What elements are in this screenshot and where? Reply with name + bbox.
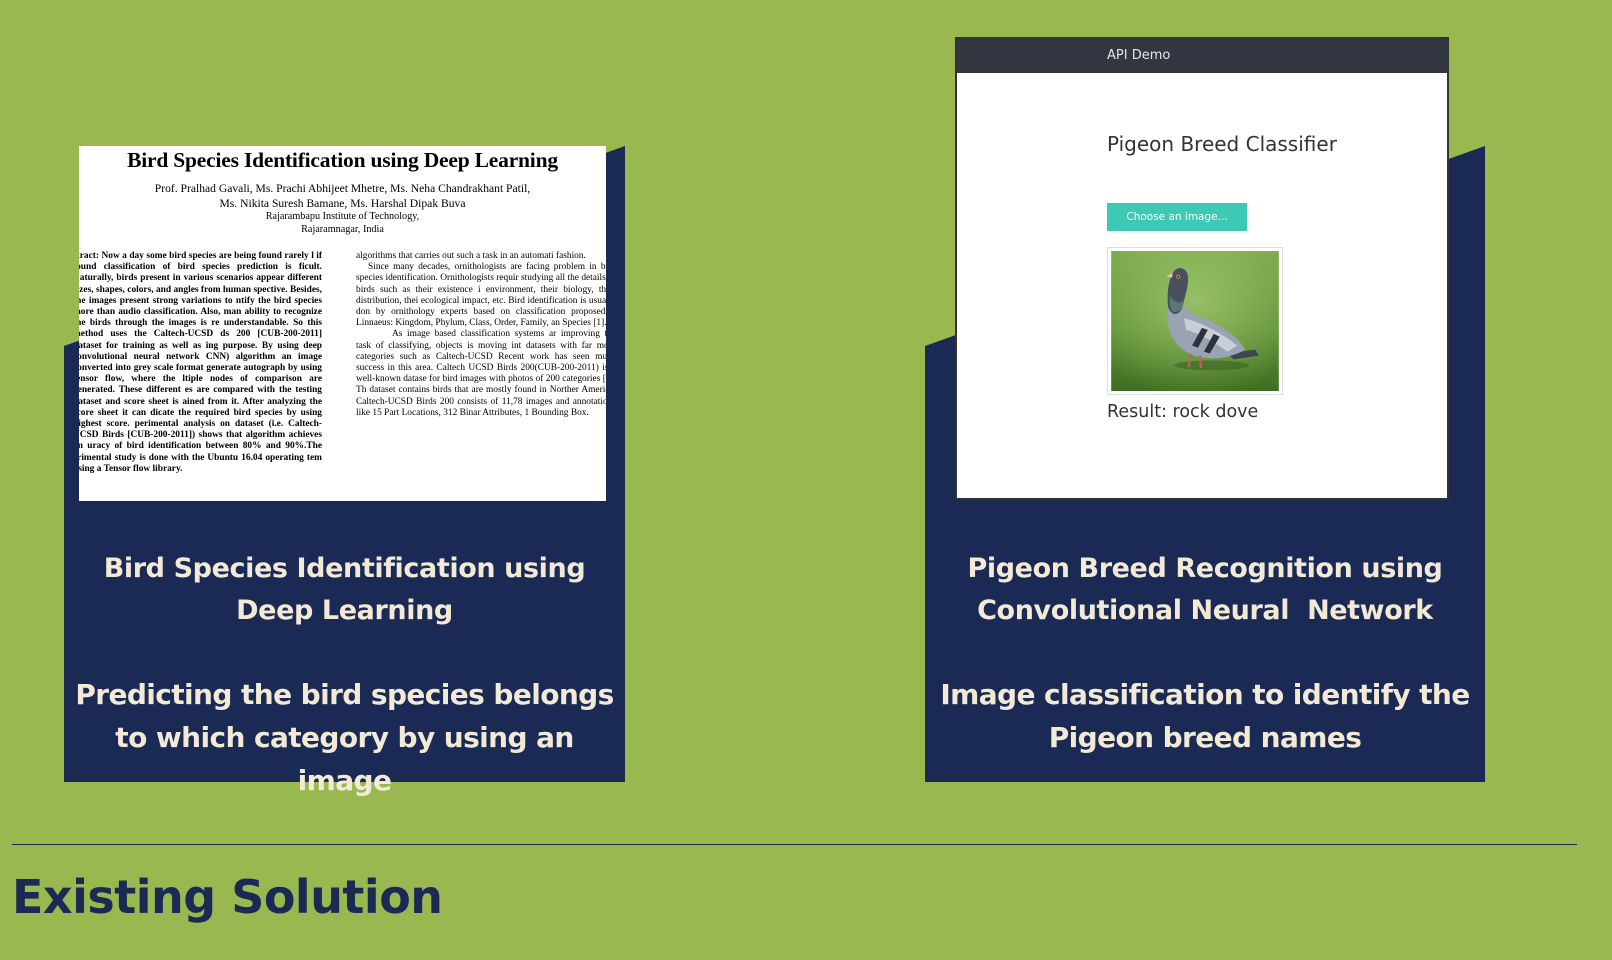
card-description-line: Predicting the bird species belongs bbox=[75, 678, 614, 711]
card-description-line: Pigeon breed names bbox=[1048, 721, 1362, 754]
card-pigeon-breed-text: Pigeon Breed Recognition using Convoluti… bbox=[925, 548, 1485, 759]
paper-columns: stract: Now a day some bird species are … bbox=[79, 251, 606, 501]
paper-abstract-column: stract: Now a day some bird species are … bbox=[79, 251, 322, 474]
card-description: Image classification to identify the Pig… bbox=[925, 673, 1485, 759]
card-title: Bird Species Identification using Deep L… bbox=[64, 548, 625, 632]
pigeon-image bbox=[1111, 251, 1279, 391]
card-bird-species-text: Bird Species Identification using Deep L… bbox=[64, 548, 625, 802]
paper-excerpt-image: Bird Species Identification using Deep L… bbox=[79, 146, 606, 501]
classification-result: Result: rock dove bbox=[1107, 402, 1259, 422]
choose-image-button[interactable]: Choose an image... bbox=[1107, 203, 1247, 231]
card-description: Predicting the bird species belongs to w… bbox=[64, 673, 625, 802]
card-title-line: Bird Species Identification using bbox=[103, 553, 586, 584]
paper-institute-name: Rajarambapu Institute of Technology, bbox=[265, 211, 420, 223]
paper-authors-line1: Prof. Pralhad Gavali, Ms. Prachi Abhijee… bbox=[154, 182, 531, 195]
paper-paragraph: As image based classification systems ar… bbox=[356, 329, 606, 418]
demo-navbar: API Demo bbox=[957, 39, 1447, 73]
card-description-line: Image classification to identify the bbox=[940, 678, 1470, 711]
paper-authors-line2: Ms. Nikita Suresh Bamane, Ms. Harshal Di… bbox=[219, 196, 466, 210]
demo-navbar-title: API Demo bbox=[1107, 48, 1171, 63]
section-divider bbox=[12, 844, 1577, 845]
card-title: Pigeon Breed Recognition using Convoluti… bbox=[925, 548, 1485, 632]
paper-paragraph: algorithms that carries out such a task … bbox=[356, 251, 586, 261]
card-title-line: Deep Learning bbox=[236, 595, 453, 626]
section-title: Existing Solution bbox=[12, 870, 443, 924]
card-title-line: Pigeon Breed Recognition using bbox=[967, 553, 1443, 584]
paper-authors: Prof. Pralhad Gavali, Ms. Prachi Abhijee… bbox=[79, 182, 606, 211]
card-description-line: to which category by using an image bbox=[115, 721, 574, 797]
paper-title: Bird Species Identification using Deep L… bbox=[127, 148, 558, 172]
demo-heading: Pigeon Breed Classifier bbox=[1107, 132, 1337, 156]
paper-paragraph: Since many decades, ornithologists are f… bbox=[356, 262, 606, 329]
paper-institute: Rajarambapu Institute of Technology, Raj… bbox=[79, 211, 606, 236]
paper-institute-location: Rajaramnagar, India bbox=[301, 223, 384, 235]
paper-intro-column: algorithms that carries out such a task … bbox=[356, 251, 606, 501]
card-title-line: Convolutional Neural Network bbox=[977, 595, 1433, 626]
pigeon-photo bbox=[1107, 247, 1283, 395]
api-demo-screenshot: API Demo Pigeon Breed Classifier Choose … bbox=[955, 37, 1449, 500]
